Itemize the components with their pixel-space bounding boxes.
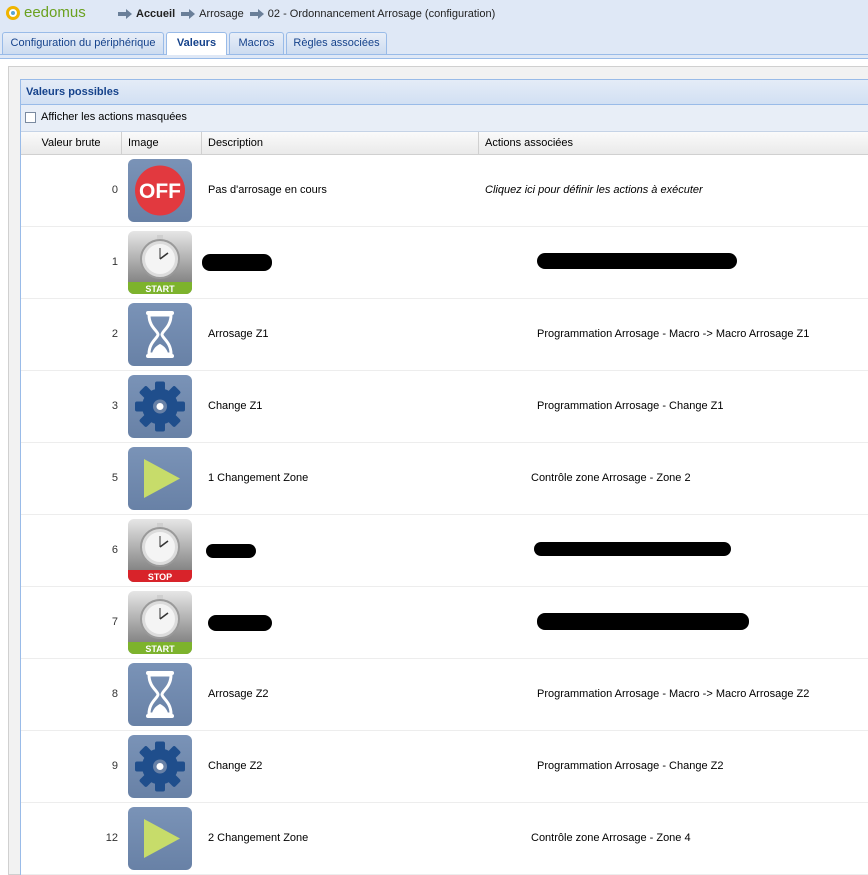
table-row[interactable]: 7 START (21, 587, 868, 659)
play-icon (128, 807, 192, 870)
gear-icon (128, 735, 192, 798)
tab-strip (0, 55, 868, 59)
breadcrumb-home[interactable]: Accueil (136, 8, 175, 20)
raw-value: 7 (111, 616, 118, 628)
row-action-link[interactable]: Cliquez ici pour définir les actions à e… (485, 184, 703, 196)
row-description[interactable]: 2 Changement Zone (208, 832, 308, 844)
stop-label: STOP (148, 572, 172, 582)
row-description[interactable]: Pas d'arrosage en cours (208, 184, 327, 196)
stopwatch-start-icon: START (128, 231, 192, 294)
row-description[interactable]: Change Z1 (208, 400, 262, 412)
table-row[interactable]: 12 2 Changement Zone Contrôle zone Arros… (21, 803, 868, 875)
row-action[interactable]: Programmation Arrosage - Macro -> Macro … (537, 688, 809, 700)
hourglass-icon (128, 303, 192, 366)
row-action[interactable]: Programmation Arrosage - Macro -> Macro … (537, 328, 809, 340)
row-action[interactable]: Programmation Arrosage - Change Z1 (537, 400, 723, 412)
tab-configuration[interactable]: Configuration du périphérique (2, 32, 164, 54)
panel-title: Valeurs possibles (26, 86, 119, 98)
breadcrumb-level2: 02 - Ordonnancement Arrosage (configurat… (267, 8, 496, 20)
raw-value: 0 (111, 184, 118, 196)
off-label: OFF (139, 180, 181, 203)
table-row[interactable]: 9 Change Z2 Programmation Arrosage - Cha… (21, 731, 868, 803)
tab-bar: Configuration du périphérique Valeurs Ma… (0, 29, 868, 55)
table-row[interactable]: 1 START (21, 227, 868, 299)
tab-regles[interactable]: Règles associées (286, 32, 387, 54)
redacted-action (537, 613, 749, 630)
top-bar: eedomus Accueil Arrosage 02 - Ordonnance… (0, 0, 868, 29)
redacted-description (202, 254, 272, 271)
column-description[interactable]: Description (202, 132, 479, 155)
column-header: Valeur brute Image Description Actions a… (21, 132, 868, 155)
row-description[interactable]: Arrosage Z1 (208, 328, 269, 340)
logo-text: eedomus (24, 4, 86, 21)
raw-value: 1 (111, 256, 118, 268)
tab-valeurs[interactable]: Valeurs (166, 32, 227, 55)
panel-toolbar: Afficher les actions masquées (21, 105, 868, 132)
row-action[interactable]: Contrôle zone Arrosage - Zone 2 (531, 472, 691, 484)
breadcrumb-arrow-icon (249, 9, 264, 19)
column-actions[interactable]: Actions associées (479, 132, 868, 155)
table-row[interactable]: 6 STOP (21, 515, 868, 587)
column-raw-value[interactable]: Valeur brute (21, 132, 122, 155)
values-panel: Valeurs possibles Afficher les actions m… (20, 79, 868, 875)
breadcrumb-level1[interactable]: Arrosage (199, 8, 244, 20)
raw-value: 3 (111, 400, 118, 412)
stopwatch-stop-icon: STOP (128, 519, 192, 582)
row-action[interactable]: Contrôle zone Arrosage - Zone 4 (531, 832, 691, 844)
stopwatch-start-icon: START (128, 591, 192, 654)
redacted-action (534, 542, 731, 556)
table-row[interactable]: 2 Arrosage Z1 Programmation Arrosage - M… (21, 299, 868, 371)
off-icon: OFF (128, 159, 192, 222)
raw-value: 5 (111, 472, 118, 484)
breadcrumb-arrow-icon (118, 9, 132, 19)
row-description[interactable]: Change Z2 (208, 760, 262, 772)
column-image[interactable]: Image (122, 132, 202, 155)
breadcrumb: Accueil Arrosage 02 - Ordonnancement Arr… (118, 8, 495, 20)
table-row[interactable]: 3 Change Z1 Programmation Arrosage - Cha… (21, 371, 868, 443)
table-row[interactable]: 8 Arrosage Z2 Programmation Arrosage - M… (21, 659, 868, 731)
play-icon (128, 447, 192, 510)
row-description[interactable]: 1 Changement Zone (208, 472, 308, 484)
gear-icon (128, 375, 192, 438)
breadcrumb-arrow-icon (181, 9, 196, 19)
table-row[interactable]: 0 OFF Pas d'arrosage en cours Cliquez ic… (21, 155, 868, 227)
show-hidden-label[interactable]: Afficher les actions masquées (41, 111, 187, 123)
raw-value: 8 (111, 688, 118, 700)
row-action[interactable]: Programmation Arrosage - Change Z2 (537, 760, 723, 772)
redacted-description (208, 615, 272, 631)
logo[interactable]: eedomus (6, 4, 86, 21)
raw-value: 9 (111, 760, 118, 772)
show-hidden-checkbox[interactable] (25, 112, 36, 123)
hourglass-icon (128, 663, 192, 726)
raw-value: 2 (111, 328, 118, 340)
logo-ring-icon (6, 5, 20, 20)
raw-value: 12 (105, 832, 118, 844)
start-label: START (145, 284, 175, 294)
table-row[interactable]: 5 1 Changement Zone Contrôle zone Arrosa… (21, 443, 868, 515)
redacted-action (537, 253, 737, 269)
row-description[interactable]: Arrosage Z2 (208, 688, 269, 700)
raw-value: 6 (111, 544, 118, 556)
start-label: START (145, 644, 175, 654)
panel-header: Valeurs possibles (21, 80, 868, 105)
tab-macros[interactable]: Macros (229, 32, 284, 54)
redacted-description (206, 544, 256, 558)
